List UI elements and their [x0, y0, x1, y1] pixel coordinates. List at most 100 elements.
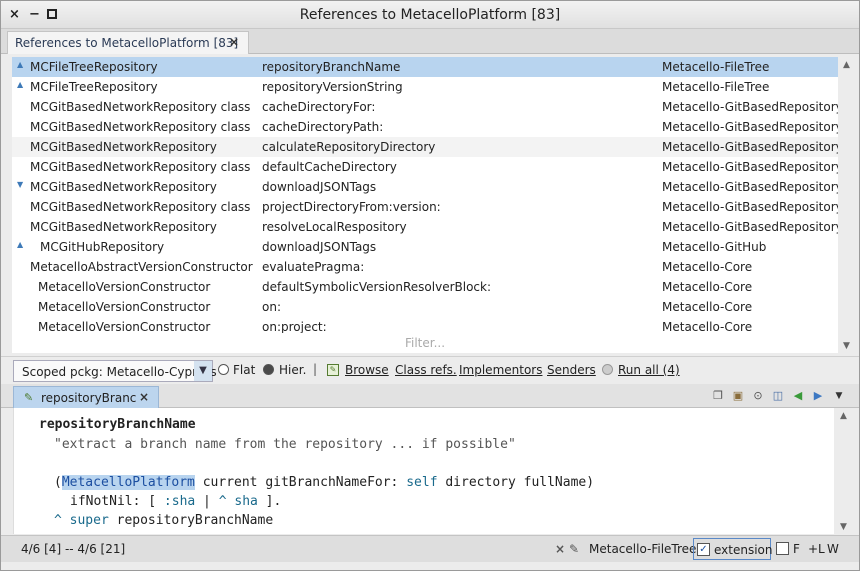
class-cell: MCGitBasedNetworkRepository class — [30, 160, 251, 174]
f-checkbox[interactable] — [776, 542, 789, 555]
scroll-down-icon[interactable]: ▼ — [843, 341, 850, 351]
table-row[interactable]: MCGitBasedNetworkRepository calculateRepo… — [12, 137, 838, 157]
table-row[interactable]: ▲ MCGitHubRepository downloadJSONTags Metac… — [12, 237, 838, 257]
table-row[interactable]: MCGitBasedNetworkRepository class cacheDi… — [12, 117, 838, 137]
selector-cell: cacheDirectoryPath: — [262, 120, 384, 134]
flat-label: Flat — [233, 363, 256, 377]
class-cell: MCGitHubRepository — [40, 240, 165, 254]
code-text: directory fullName) — [437, 475, 595, 490]
code-self: self — [406, 475, 438, 490]
results-scrollbar[interactable]: ▲ ▼ — [838, 57, 859, 353]
expand-down-icon[interactable]: ▼ — [17, 180, 23, 189]
package-cell: Metacello-GitBasedRepository — [662, 100, 838, 114]
browse-version-icon[interactable]: ◫ — [770, 388, 786, 404]
class-cell: MCGitBasedNetworkRepository — [30, 140, 217, 154]
l-toggle[interactable]: +L — [808, 542, 825, 556]
extension-checkbox[interactable]: ✓ — [697, 543, 710, 556]
table-row[interactable]: ▲ MCFileTreeRepository repositoryBranchNam… — [12, 57, 838, 77]
code-text: ifNotNil: [ — [70, 494, 164, 509]
expand-up-icon[interactable]: ▲ — [17, 240, 23, 249]
method-package[interactable]: Metacello-FileTree — [589, 542, 696, 556]
browse-button[interactable]: Browse — [345, 363, 389, 377]
package-cell: Metacello-Core — [662, 280, 753, 294]
run-all-icon[interactable] — [602, 364, 613, 375]
selector-cell: downloadJSONTags — [262, 240, 377, 254]
scroll-up-icon[interactable]: ▲ — [840, 411, 847, 421]
edit-package-icon[interactable]: ✎ — [569, 542, 579, 556]
table-row[interactable]: MetacelloVersionConstructor defaultSymbol… — [12, 277, 838, 297]
table-row[interactable]: MCGitBasedNetworkRepository class default… — [12, 157, 838, 177]
table-row[interactable]: ▼ MCGitBasedNetworkRepository downloadJSON… — [12, 177, 838, 197]
editor-scrollbar[interactable]: ▲ ▼ — [835, 408, 856, 534]
package-cell: Metacello-Core — [662, 260, 753, 274]
code-super: super — [61, 513, 109, 528]
extension-toggle[interactable]: ✓ extension — [693, 538, 773, 560]
method-icon: ✎ — [24, 391, 34, 404]
w-toggle[interactable]: W — [827, 542, 839, 556]
table-row[interactable]: MCGitBasedNetworkRepository class cacheDi… — [12, 97, 838, 117]
package-cell: Metacello-FileTree — [662, 60, 770, 74]
tab-close-icon[interactable]: × — [229, 35, 239, 49]
arrow-right-icon[interactable]: ▶ — [810, 388, 826, 404]
menu-down-icon[interactable]: ▼ — [831, 388, 847, 404]
table-row[interactable]: MetacelloVersionConstructor on:project: Me… — [12, 317, 838, 333]
class-cell: MetacelloVersionConstructor — [38, 280, 211, 294]
class-refs-button[interactable]: Class refs. — [395, 363, 457, 377]
selector-cell: calculateRepositoryDirectory — [262, 140, 436, 154]
code-line-5: ^ super repositoryBranchName — [54, 513, 273, 528]
code-caret: ^ — [218, 494, 227, 509]
scope-select[interactable]: Scoped pckg: Metacello-Cypress ▼ — [13, 360, 217, 382]
f-label: F — [793, 542, 800, 556]
implementors-button[interactable]: Implementors — [459, 363, 542, 377]
selector-cell: evaluatePragma: — [262, 260, 365, 274]
window-title: References to MetacelloPlatform [83] — [299, 7, 561, 23]
package-cell: Metacello-GitBasedRepository — [662, 200, 838, 214]
table-row[interactable]: MetacelloVersionConstructor on: Metacello-… — [12, 297, 838, 317]
package-cell: Metacello-GitBasedRepository — [662, 120, 838, 134]
class-cell: MCGitBasedNetworkRepository class — [30, 120, 251, 134]
filter-input[interactable]: Filter... — [12, 333, 838, 353]
results-list[interactable]: ▲ MCFileTreeRepository repositoryBranchNam… — [12, 57, 838, 333]
tab-references[interactable]: References to MetacelloPlatform [83] × — [7, 31, 249, 54]
class-cell: MCFileTreeRepository — [30, 80, 158, 94]
hier-radio[interactable] — [263, 364, 274, 375]
browse-icon[interactable]: ✎ — [327, 364, 339, 376]
table-row[interactable]: MetacelloAbstractVersionConstructor evalu… — [12, 257, 838, 277]
table-row[interactable]: MCGitBasedNetworkRepository resolveLocalR… — [12, 217, 838, 237]
method-comment: "extract a branch name from the reposito… — [54, 437, 516, 452]
query-toolbar: Scoped pckg: Metacello-Cypress ▼ Flat Hi… — [1, 356, 859, 384]
references-window: × − References to MetacelloPlatform [83]… — [0, 0, 860, 571]
code-line-3: (MetacelloPlatform current gitBranchName… — [54, 475, 594, 490]
chevron-down-icon[interactable]: ▼ — [194, 361, 212, 381]
scroll-up-icon[interactable]: ▲ — [843, 60, 850, 70]
copy-icon[interactable]: ❐ — [710, 388, 726, 404]
selector-cell: on:project: — [262, 320, 327, 333]
code-var: sha — [226, 494, 258, 509]
package-cell: Metacello-GitBasedRepository — [662, 180, 838, 194]
table-row[interactable]: ▲ MCFileTreeRepository repositoryVersionSt… — [12, 77, 838, 97]
title-bar: × − References to MetacelloPlatform [83] — [1, 1, 859, 29]
package-icon[interactable]: ▣ — [730, 388, 746, 404]
arrow-left-icon[interactable]: ◀ — [790, 388, 806, 404]
editor-tab-close-icon[interactable]: × — [139, 390, 149, 404]
tab-bar: References to MetacelloPlatform [83] × — [1, 29, 859, 54]
run-all-button[interactable]: Run all (4) — [618, 363, 680, 377]
tab-method-editor[interactable]: ✎ repositoryBranchName × — [13, 386, 159, 408]
flat-radio[interactable] — [218, 364, 229, 375]
code-text: repositoryBranchName — [108, 513, 274, 528]
senders-button[interactable]: Senders — [547, 363, 596, 377]
expand-up-icon[interactable]: ▲ — [17, 60, 23, 69]
code-class-ref: MetacelloPlatform — [61, 475, 195, 490]
selector-cell: defaultCacheDirectory — [262, 160, 397, 174]
extension-label: extension — [714, 543, 773, 557]
code-caret: ^ — [54, 513, 62, 528]
class-cell: MetacelloAbstractVersionConstructor — [30, 260, 253, 274]
selector-cell: projectDirectoryFrom:version: — [262, 200, 441, 214]
toolbar-separator: | — [313, 362, 318, 376]
table-row[interactable]: MCGitBasedNetworkRepository class project… — [12, 197, 838, 217]
code-editor[interactable]: repositoryBranchName "extract a branch n… — [13, 408, 834, 534]
expand-up-icon[interactable]: ▲ — [17, 80, 23, 89]
search-icon[interactable]: ⊙ — [750, 388, 766, 404]
scroll-down-icon[interactable]: ▼ — [840, 522, 847, 532]
clear-icon[interactable]: × — [555, 542, 565, 556]
